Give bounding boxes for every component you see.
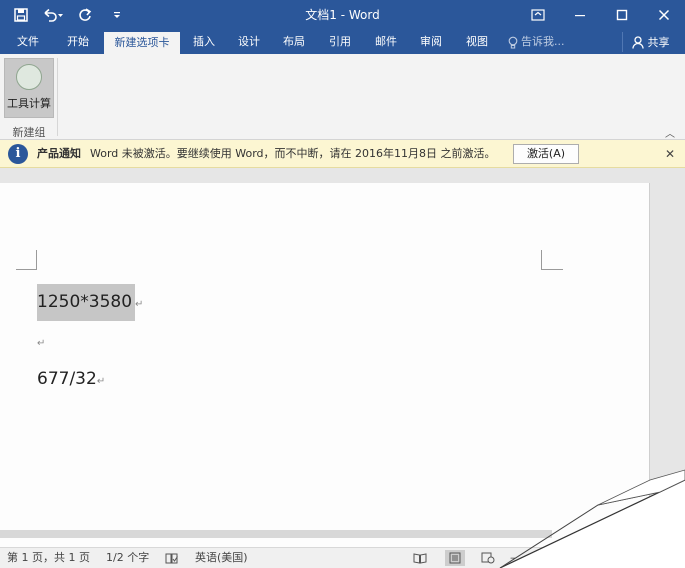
redo-button[interactable]: [72, 2, 98, 28]
read-mode-button[interactable]: [410, 550, 430, 566]
close-notification-button[interactable]: ✕: [665, 140, 675, 168]
print-layout-icon: [449, 552, 461, 564]
maximize-icon: [616, 9, 628, 21]
save-icon: [14, 8, 28, 22]
status-bar: 第 1 页，共 1 页 1/2 个字 英语(美国) –: [0, 547, 685, 568]
chevron-up-icon: ︿: [665, 129, 675, 140]
tab-references[interactable]: 引用: [322, 30, 358, 54]
tab-review[interactable]: 审阅: [413, 30, 449, 54]
language-indicator[interactable]: 英语(美国): [195, 548, 248, 568]
horizontal-scrollbar[interactable]: [0, 530, 552, 538]
maximize-button[interactable]: [601, 0, 643, 30]
minimize-button[interactable]: [559, 0, 601, 30]
ribbon-display-options-button[interactable]: [517, 0, 559, 30]
notification-title: 产品通知: [37, 147, 81, 160]
title-bar: 文档1 - Word: [0, 0, 685, 30]
tab-new-tab[interactable]: 新建选项卡: [104, 32, 180, 54]
crop-mark-top-right-v: [541, 250, 542, 270]
tab-layout[interactable]: 布局: [276, 30, 312, 54]
document-line-1[interactable]: 1250*3580 ↵: [37, 284, 145, 321]
notification-message: Word 未被激活。要继续使用 Word，而不中断，请在 2016年11月8日 …: [90, 147, 496, 160]
paragraph-mark: ↵: [135, 299, 144, 310]
paragraph-mark: ↵: [37, 338, 46, 349]
ribbon-tabs: 文件 开始 新建选项卡 插入 设计 布局 引用 邮件 审阅 视图 告诉我... …: [0, 30, 685, 54]
undo-icon: [44, 8, 63, 22]
lightbulb-icon: [508, 36, 518, 48]
share-label: 共享: [647, 36, 670, 49]
crop-mark-top-left-h: [16, 269, 37, 270]
proofing-status[interactable]: [165, 548, 179, 568]
tool-calc-button[interactable]: 工具计算: [4, 58, 54, 118]
save-button[interactable]: [8, 2, 34, 28]
read-mode-icon: [413, 553, 427, 564]
proofing-book-icon: [165, 553, 178, 564]
tab-design[interactable]: 设计: [231, 30, 267, 54]
activate-button[interactable]: 激活(A): [513, 144, 579, 164]
person-icon: [631, 35, 644, 49]
tab-home[interactable]: 开始: [58, 30, 98, 54]
info-icon: i: [8, 144, 28, 164]
tell-me-placeholder: 告诉我...: [521, 35, 565, 48]
tab-insert[interactable]: 插入: [186, 30, 222, 54]
collapse-ribbon-button[interactable]: ︿: [665, 125, 675, 140]
zoom-out-button[interactable]: –: [510, 548, 516, 568]
share-button[interactable]: 共享: [622, 32, 678, 52]
ribbon-display-icon: [531, 9, 545, 21]
paragraph-mark: ↵: [96, 376, 106, 387]
document-line-3[interactable]: 677/32↵: [37, 367, 105, 394]
ribbon-group-separator: [57, 58, 58, 136]
customize-qat-button[interactable]: [104, 2, 130, 28]
quick-access-toolbar: [8, 0, 130, 30]
print-layout-button[interactable]: [445, 550, 465, 566]
crop-mark-top-right-h: [541, 269, 563, 270]
tab-view[interactable]: 视图: [459, 30, 495, 54]
ribbon-group-label: 新建组: [12, 126, 46, 139]
tab-mailings[interactable]: 邮件: [368, 30, 404, 54]
crop-mark-top-left-v: [36, 250, 37, 270]
document-page[interactable]: 1250*3580 ↵ ↵ 677/32↵: [0, 183, 650, 547]
close-icon: [658, 9, 670, 21]
circle-icon: [16, 64, 42, 90]
selected-text[interactable]: 1250*3580: [37, 284, 136, 321]
undo-button[interactable]: [40, 2, 66, 28]
web-layout-button[interactable]: [478, 550, 498, 566]
close-icon: ✕: [664, 147, 675, 161]
window-controls: [517, 0, 685, 30]
document-area: 1250*3580 ↵ ↵ 677/32↵: [0, 168, 685, 547]
ribbon-panel: 工具计算 新建组 ︿: [0, 54, 685, 140]
web-layout-icon: [481, 552, 495, 564]
vertical-scrollbar[interactable]: [650, 183, 685, 547]
word-count[interactable]: 1/2 个字: [106, 548, 149, 568]
tab-file[interactable]: 文件: [8, 30, 48, 54]
redo-icon: [79, 8, 92, 21]
page-count[interactable]: 第 1 页，共 1 页: [7, 548, 90, 568]
tool-calc-label: 工具计算: [7, 97, 51, 110]
customize-qat-icon: [114, 12, 120, 18]
line3-text: 677/32: [37, 369, 97, 389]
tell-me-search[interactable]: 告诉我...: [508, 30, 565, 54]
minimize-icon: [575, 15, 585, 17]
activation-notification-bar: i 产品通知 Word 未被激活。要继续使用 Word，而不中断，请在 2016…: [0, 140, 685, 168]
document-line-2-empty[interactable]: ↵: [37, 338, 45, 349]
close-button[interactable]: [643, 0, 685, 30]
